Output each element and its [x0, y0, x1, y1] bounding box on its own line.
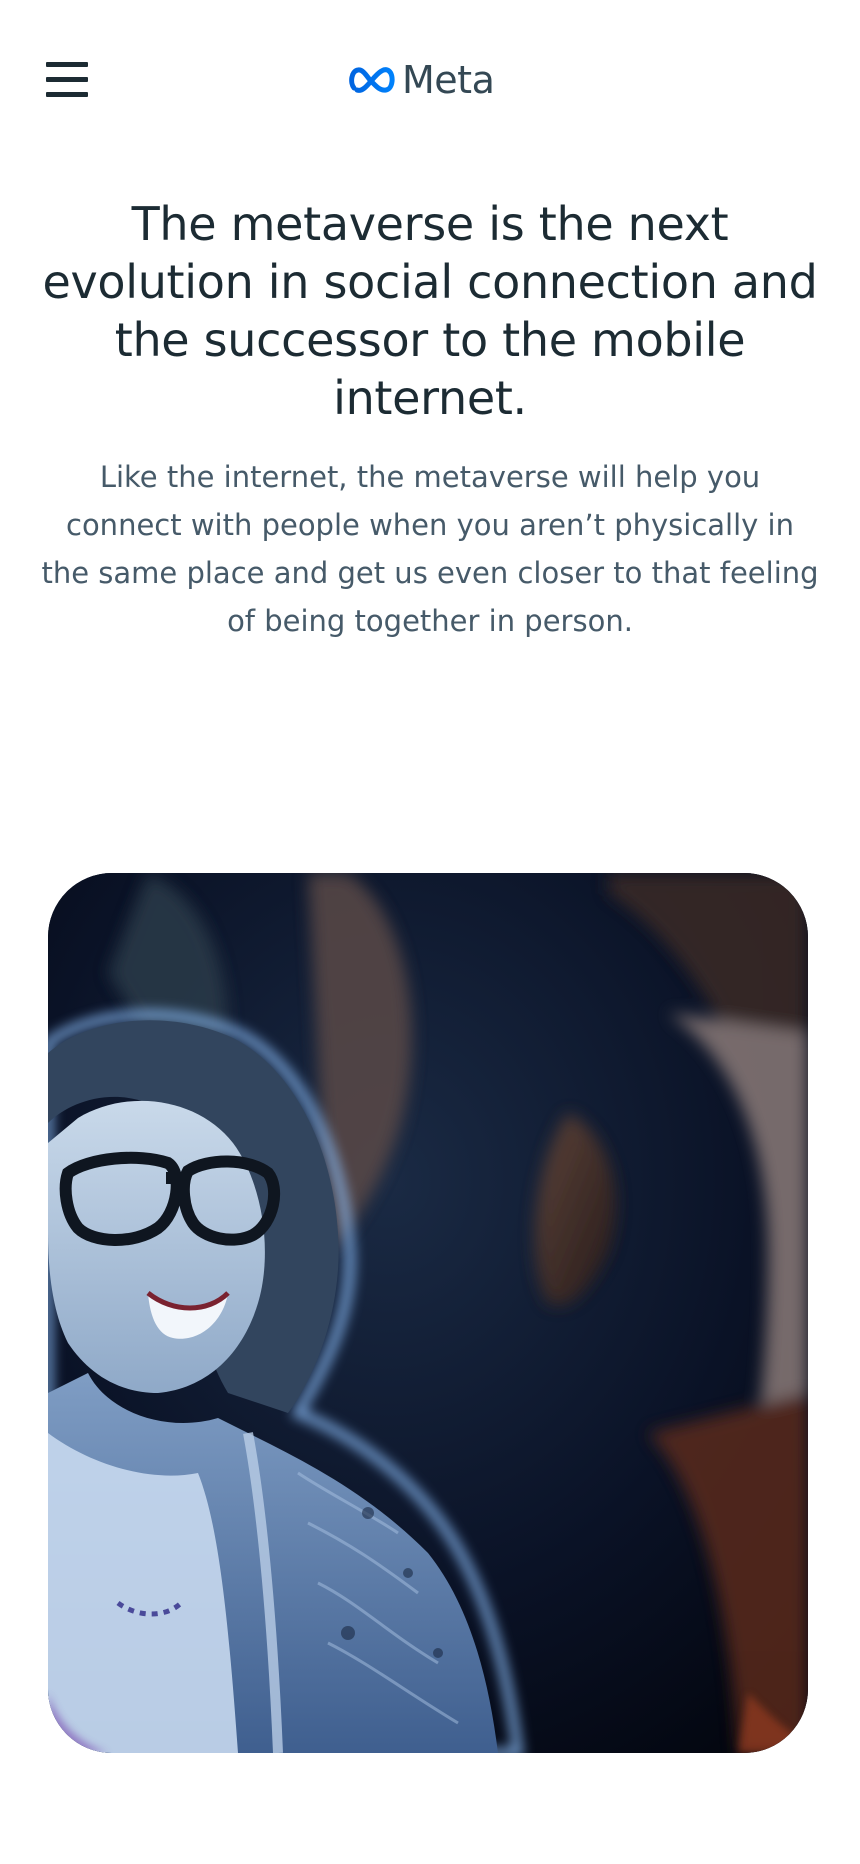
meta-infinity-logo-icon	[348, 65, 396, 95]
logo-wordmark: Meta	[402, 58, 495, 102]
menu-button[interactable]	[46, 62, 88, 98]
meta-logo[interactable]: Meta	[348, 58, 495, 102]
video-frame-illustration	[48, 873, 808, 1753]
hero-description: Like the internet, the metaverse will he…	[41, 460, 819, 638]
hero-section: The metaverse is the next evolution in s…	[40, 195, 820, 645]
hero-video[interactable]	[48, 873, 808, 1753]
hero-title: The metaverse is the next evolution in s…	[42, 197, 818, 425]
site-header: Meta	[0, 0, 860, 160]
